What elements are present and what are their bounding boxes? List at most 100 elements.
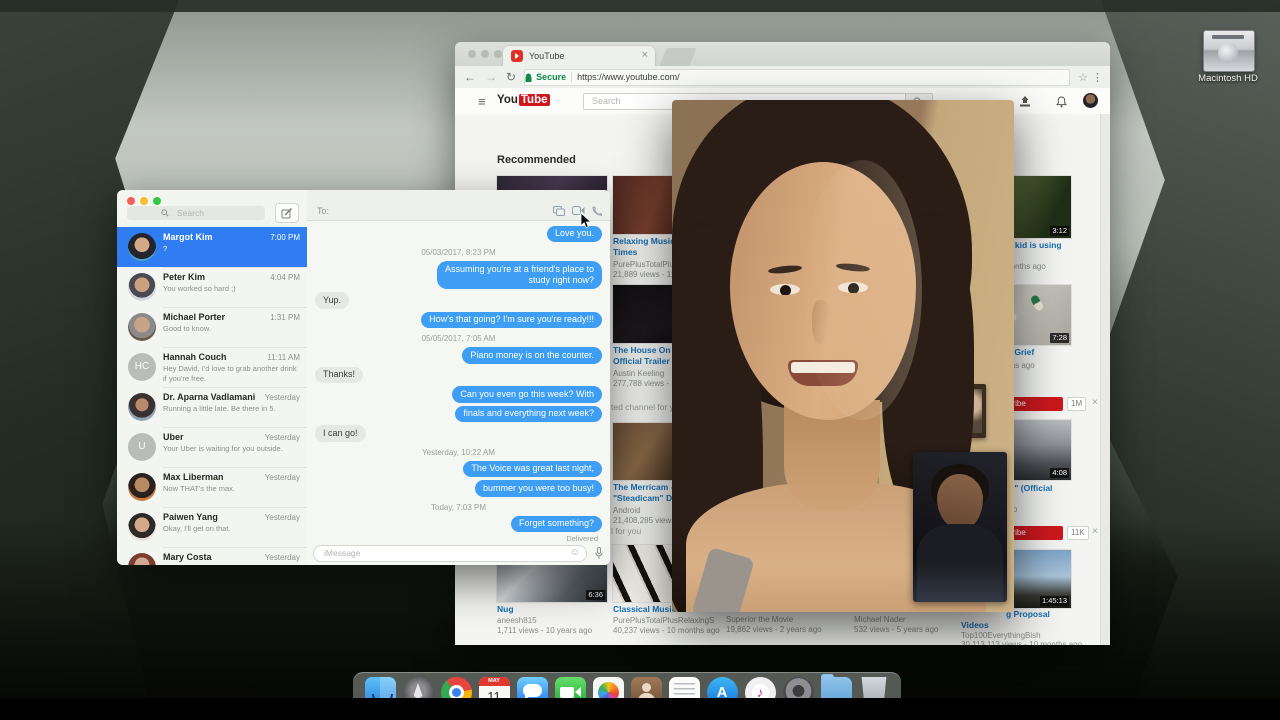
conversation-preview: You worked so hard ;) — [163, 284, 236, 293]
chrome-menu-icon[interactable]: ⋮ — [1092, 71, 1103, 84]
conversation-name: Max Liberman — [163, 472, 224, 482]
back-icon[interactable]: ← — [464, 71, 476, 83]
conversation-row-paiwen[interactable]: Paiwen Yang Yesterday Okay, I'll get on … — [117, 507, 307, 547]
video-channel-classical[interactable]: PurePlusTotalPlusRelaxingS — [613, 616, 714, 626]
messages-search-field[interactable] — [127, 206, 265, 220]
conversation-row-aparna[interactable]: Dr. Aparna Vadlamani Yesterday Running a… — [117, 387, 307, 427]
conversation-time: 11:11 AM — [267, 353, 300, 362]
mouse-cursor — [580, 212, 592, 229]
screen-share-icon[interactable] — [553, 206, 565, 216]
message-bubble-sent: Can you even go this week? With — [452, 386, 602, 403]
conversation-row-mary[interactable]: Mary Costa Yesterday That's hilarious. — [117, 547, 307, 565]
tab-close-icon[interactable]: × — [642, 49, 648, 61]
self-view-face — [937, 474, 983, 530]
message-bubble-sent: bummer you were too busy! — [474, 480, 602, 497]
video-title-nug[interactable]: Nug — [497, 604, 514, 615]
video-title-house-2[interactable]: Official Trailer — [613, 356, 670, 367]
subscriber-count: 1M — [1067, 397, 1087, 411]
conversation-actions — [553, 206, 602, 216]
desktop: Macintosh HD YouTube × ← → ↻ Secure http… — [0, 0, 1280, 720]
emoji-icon[interactable]: ☺ — [570, 547, 580, 558]
conversation-row-max[interactable]: Max Liberman Yesterday Now THAT's the ma… — [117, 467, 307, 507]
address-bar[interactable]: Secure https://www.youtube.com/ — [524, 68, 1071, 86]
video-meta-nug: 1,711 views - 10 years ago — [497, 626, 593, 635]
minimize-button[interactable] — [140, 197, 148, 205]
avatar — [128, 393, 156, 421]
conversation-row-uber[interactable]: U Uber Yesterday Your Uber is waiting fo… — [117, 427, 307, 467]
video-channel-nader[interactable]: Michael Nader — [854, 615, 906, 625]
chrome-minimize-button[interactable] — [481, 50, 489, 58]
scrollbar[interactable] — [1100, 114, 1110, 645]
letterbox-bar — [0, 698, 1280, 720]
chrome-zoom-button[interactable] — [494, 50, 502, 58]
imessage-field[interactable]: ☺ — [313, 545, 587, 562]
video-meta-proposal: 30,113,113 views - 10 months ago — [961, 640, 1083, 645]
chrome-close-button[interactable] — [468, 50, 476, 58]
zoom-button[interactable] — [153, 197, 161, 205]
conversation-name: Peter Kim — [163, 272, 206, 282]
conversation-row-peter[interactable]: Peter Kim 4:04 PM You worked so hard ;) — [117, 267, 307, 307]
hamburger-menu-icon[interactable]: ≡ — [478, 94, 486, 109]
account-avatar[interactable] — [1083, 93, 1098, 108]
notifications-bell-icon[interactable] — [1056, 96, 1067, 108]
video-channel-nug[interactable]: aneesh815 — [497, 616, 537, 626]
secure-label: Secure — [536, 72, 567, 82]
imessage-input[interactable] — [322, 547, 556, 559]
message-bubble-received: I can go! — [315, 425, 366, 442]
conversation-row-hannah[interactable]: HC Hannah Couch 11:11 AM Hey David, I'd … — [117, 347, 307, 387]
new-tab-button[interactable] — [659, 48, 697, 66]
conversation-preview: Okay, I'll get on that. — [163, 524, 231, 533]
video-channel-house[interactable]: Austin Keeling — [613, 369, 664, 379]
youtube-logo-tube: Tube — [518, 94, 550, 106]
browser-tab[interactable]: YouTube × — [503, 46, 655, 66]
upload-icon[interactable] — [1019, 96, 1031, 107]
video-title-relaxing-2[interactable]: Times — [613, 247, 637, 258]
conversation-preview: Good to know. — [163, 324, 211, 333]
self-view-pip[interactable] — [913, 452, 1007, 602]
search-icon — [161, 209, 169, 217]
bookmark-star-icon[interactable]: ☆ — [1078, 71, 1088, 84]
video-title-proposal-2[interactable]: Videos — [961, 620, 989, 631]
conversation-time: Yesterday — [264, 473, 300, 482]
video-channel-superior[interactable]: Superior the Movie — [726, 615, 793, 625]
conversation-row-margot[interactable]: Margot Kim 7:00 PM ? — [117, 227, 307, 267]
macintosh-hd-label[interactable]: Macintosh HD — [1180, 73, 1276, 84]
conversation-name: Margot Kim — [163, 232, 213, 242]
macintosh-hd-icon[interactable] — [1203, 30, 1255, 72]
message-input-bar: ☺ — [307, 543, 610, 565]
compose-button[interactable] — [275, 203, 299, 223]
conversation-time: Yesterday — [264, 433, 300, 442]
omnibox-divider — [571, 72, 573, 82]
conversation-preview: Now THAT's the max. — [163, 484, 236, 493]
dismiss-icon[interactable]: × — [1092, 526, 1098, 537]
tab-title: YouTube — [529, 51, 565, 61]
forward-icon[interactable]: → — [485, 71, 497, 83]
conversation-row-michael[interactable]: Michael Porter 1:31 PM Good to know. — [117, 307, 307, 347]
youtube-logo[interactable]: You Tube — [497, 94, 550, 106]
avatar — [128, 273, 156, 301]
chrome-toolbar: ← → ↻ Secure https://www.youtube.com/ ☆ … — [455, 66, 1110, 89]
video-title-merricam-2[interactable]: "Steadicam" DIY — [613, 493, 680, 504]
conversation-time: 4:04 PM — [270, 273, 300, 282]
chrome-tab-bar: YouTube × — [455, 42, 1110, 67]
dismiss-icon[interactable]: × — [1092, 397, 1098, 408]
timestamp: Yesterday, 10:22 AM — [422, 447, 495, 457]
video-channel-merricam[interactable]: Android — [613, 506, 641, 516]
conversation-preview: That's hilarious. — [163, 564, 301, 565]
message-bubble-received: Yup. — [315, 292, 350, 309]
eyebrow — [767, 264, 803, 275]
conversation-pane: To: Love you. 05/03/2017, 8:23 PM Assumi… — [307, 190, 610, 565]
messages-search-input[interactable] — [175, 207, 259, 219]
reload-icon[interactable]: ↻ — [506, 71, 516, 83]
message-bubble-sent: Assuming you're at a friend's place to s… — [436, 261, 602, 289]
avatar — [128, 233, 156, 261]
conversation-preview: ? — [163, 244, 168, 253]
microphone-icon[interactable] — [595, 547, 603, 560]
calendar-month: MAY — [478, 677, 510, 686]
phone-call-icon[interactable] — [592, 206, 602, 216]
conversation-time: 1:31 PM — [270, 313, 300, 322]
recommended-heading: Recommended — [497, 154, 576, 166]
avatar-initials: HC — [128, 353, 156, 381]
conversation-preview: Hey David, I'd love to grab another drin… — [163, 364, 297, 383]
close-button[interactable] — [127, 197, 135, 205]
